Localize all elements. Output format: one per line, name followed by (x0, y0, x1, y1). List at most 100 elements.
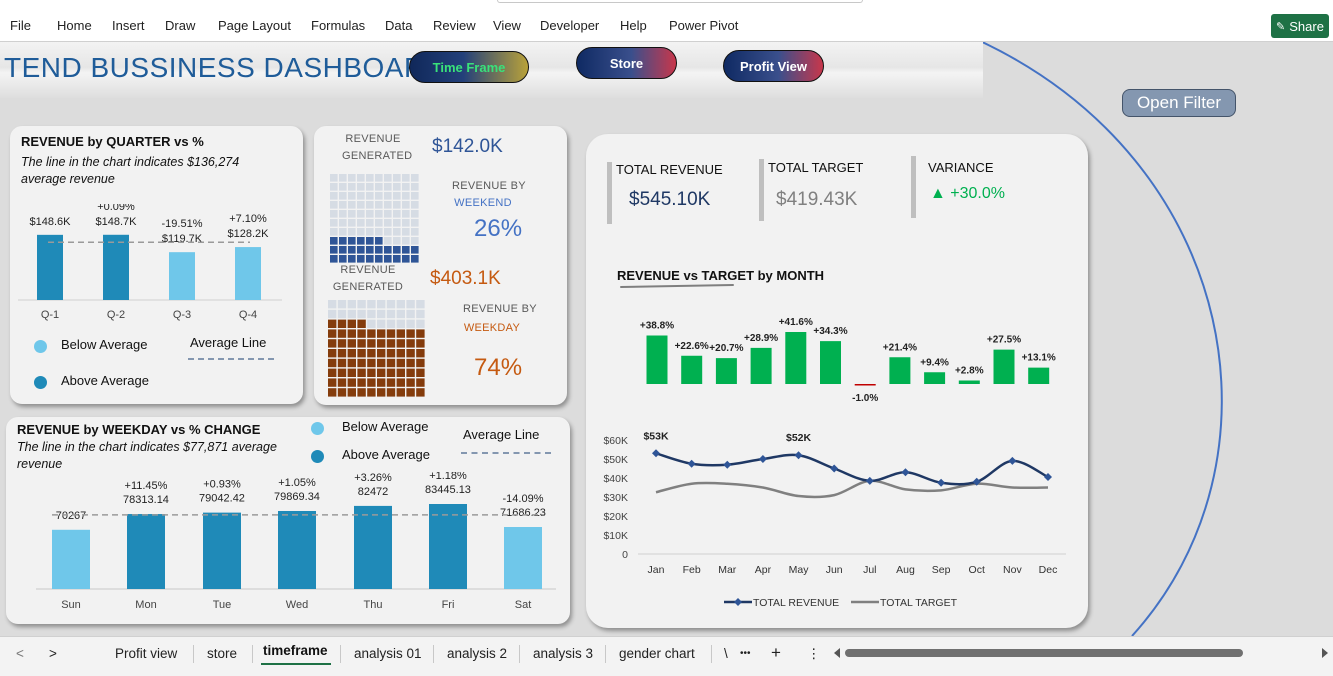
revenue-marker (652, 449, 660, 458)
weekday-value-label: 71686.23 (500, 507, 546, 519)
sheet-tab-gender-chart[interactable]: gender chart (619, 646, 695, 661)
weekend-waffle-cell (375, 228, 383, 236)
quarter-card-note: The line in the chart indicates $136,274… (21, 155, 240, 186)
menu-help[interactable]: Help (620, 18, 647, 33)
weekend-waffle-cell (339, 174, 347, 182)
weekend-waffle-cell (375, 201, 383, 209)
share-button[interactable]: ✎ Share (1271, 14, 1329, 38)
weekday-pct-label: +3.26% (354, 472, 392, 484)
sheet-tab-store[interactable]: store (207, 646, 237, 661)
weekend-waffle-cell (375, 210, 383, 218)
menu-page-layout[interactable]: Page Layout (218, 18, 291, 33)
scroll-right-icon[interactable] (1322, 648, 1328, 658)
menu-review[interactable]: Review (433, 18, 476, 33)
weekend-waffle-cell (411, 201, 419, 209)
time-frame-button[interactable]: Time Frame (409, 51, 529, 83)
weekday-waffle-cell (416, 319, 425, 328)
weekday-waffle-cell (416, 368, 425, 377)
weekend-waffle-cell (357, 192, 365, 200)
weekday-waffle-cell (328, 378, 337, 387)
profit-view-button[interactable]: Profit View (723, 50, 824, 82)
quarter-category-label: Q-3 (173, 309, 191, 321)
weekday-waffle-cell (416, 349, 425, 358)
open-filter-button[interactable]: Open Filter (1122, 89, 1236, 117)
legend-revenue-label: TOTAL REVENUE (753, 597, 839, 609)
weekday-waffle-cell (416, 358, 425, 368)
target-line (655, 479, 1049, 499)
sheet-tab-analysis-01[interactable]: analysis 01 (354, 646, 422, 661)
weekday-waffle-cell (386, 329, 396, 338)
weekend-waffle-cell (348, 183, 356, 191)
weekend-waffle-cell (330, 183, 338, 191)
weekend-waffle-cell (393, 192, 401, 200)
menu-formulas[interactable]: Formulas (311, 18, 365, 33)
weekend-waffle-cell (402, 219, 410, 227)
menu-insert[interactable]: Insert (112, 18, 145, 33)
title-underline (619, 284, 735, 288)
legend-above-label: Above Average (342, 447, 430, 462)
weekday-waffle-cell (386, 388, 396, 397)
menu-power-pivot[interactable]: Power Pivot (669, 18, 738, 33)
weekday-waffle-cell (396, 378, 405, 387)
tab-separator (519, 645, 520, 663)
weekend-waffle-cell (348, 192, 356, 200)
weekday-waffle-cell (328, 368, 337, 377)
peak-annotation: $52K (786, 432, 812, 444)
total-revenue-value: $545.10K (629, 189, 711, 210)
sheet-overflow[interactable]: \ (724, 646, 728, 661)
weekend-waffle-cell (339, 237, 347, 245)
weekday-waffle-cell (377, 309, 386, 319)
menu-view[interactable]: View (493, 18, 521, 33)
store-button[interactable]: Store (576, 47, 677, 79)
revenue-marker (794, 451, 803, 460)
weekday-waffle-cell (386, 358, 396, 368)
weekend-waffle-cell (402, 201, 410, 209)
horizontal-scrollbar[interactable] (845, 649, 1243, 657)
variance-bar (854, 384, 876, 386)
scroll-left-icon[interactable] (834, 648, 840, 658)
share-icon: ✎ (1276, 20, 1286, 33)
quarter-bar (169, 252, 195, 300)
weekday-waffle-cell (337, 349, 347, 358)
search-box[interactable] (497, 0, 863, 3)
add-sheet-icon[interactable]: + (771, 643, 781, 663)
total-revenue-label: TOTAL REVENUE (616, 162, 723, 177)
sheet-tab-analysis-2[interactable]: analysis 2 (447, 646, 507, 661)
menu-data[interactable]: Data (385, 18, 412, 33)
weekend-waffle-cell (357, 210, 365, 218)
sheet-tab-profit-view[interactable]: Profit view (115, 646, 177, 661)
sheet-tab-analysis-3[interactable]: analysis 3 (533, 646, 593, 661)
legend-target-label: TOTAL TARGET (880, 597, 958, 609)
weekend-waffle-cell (402, 183, 410, 191)
weekday-waffle-cell (406, 300, 415, 309)
weekday-value-label: 79869.34 (274, 491, 320, 503)
weekend-by-label: REVENUE BY (452, 180, 526, 192)
weekday-waffle-cell (337, 300, 347, 309)
weekday-value-label: 82472 (358, 486, 389, 498)
weekday-waffle-cell (337, 319, 347, 328)
weekend-waffle-cell (348, 174, 356, 182)
weekday-category-label: Wed (286, 599, 308, 611)
sheet-options-icon[interactable]: ⋮ (807, 646, 821, 662)
weekday-waffle-cell (406, 358, 415, 368)
weekend-waffle-cell (384, 201, 392, 209)
menu-developer[interactable]: Developer (540, 18, 599, 33)
next-sheet-arrow-icon[interactable]: > (49, 646, 57, 661)
weekday-waffle-cell (406, 368, 415, 377)
more-sheets-icon[interactable]: ••• (740, 648, 751, 659)
weekday-waffle-cell (377, 300, 386, 309)
weekday-waffle-cell (406, 378, 415, 387)
tab-separator (252, 645, 253, 663)
weekend-waffle-cell (393, 228, 401, 236)
menu-draw[interactable]: Draw (165, 18, 195, 33)
weekday-chart: 70267 Sun 78313.14 +11.45% Mon 79042.42 +0.93%… (6, 470, 570, 624)
quarter-chart: $148.6K Q-1 $148.7K +0.09% Q-2 $119.7K -19.51%… (10, 201, 303, 329)
quarter-card: REVENUE by QUARTER vs % The line in the … (10, 126, 303, 404)
menu-file[interactable]: File (10, 18, 31, 33)
menu-home[interactable]: Home (57, 18, 92, 33)
sheet-tab-timeframe[interactable]: timeframe (263, 643, 328, 658)
weekday-waffle-cell (386, 300, 396, 309)
prev-sheet-arrow-icon[interactable]: < (16, 646, 24, 661)
weekend-waffle-cell (330, 192, 338, 200)
weekday-waffle-cell (416, 329, 425, 338)
